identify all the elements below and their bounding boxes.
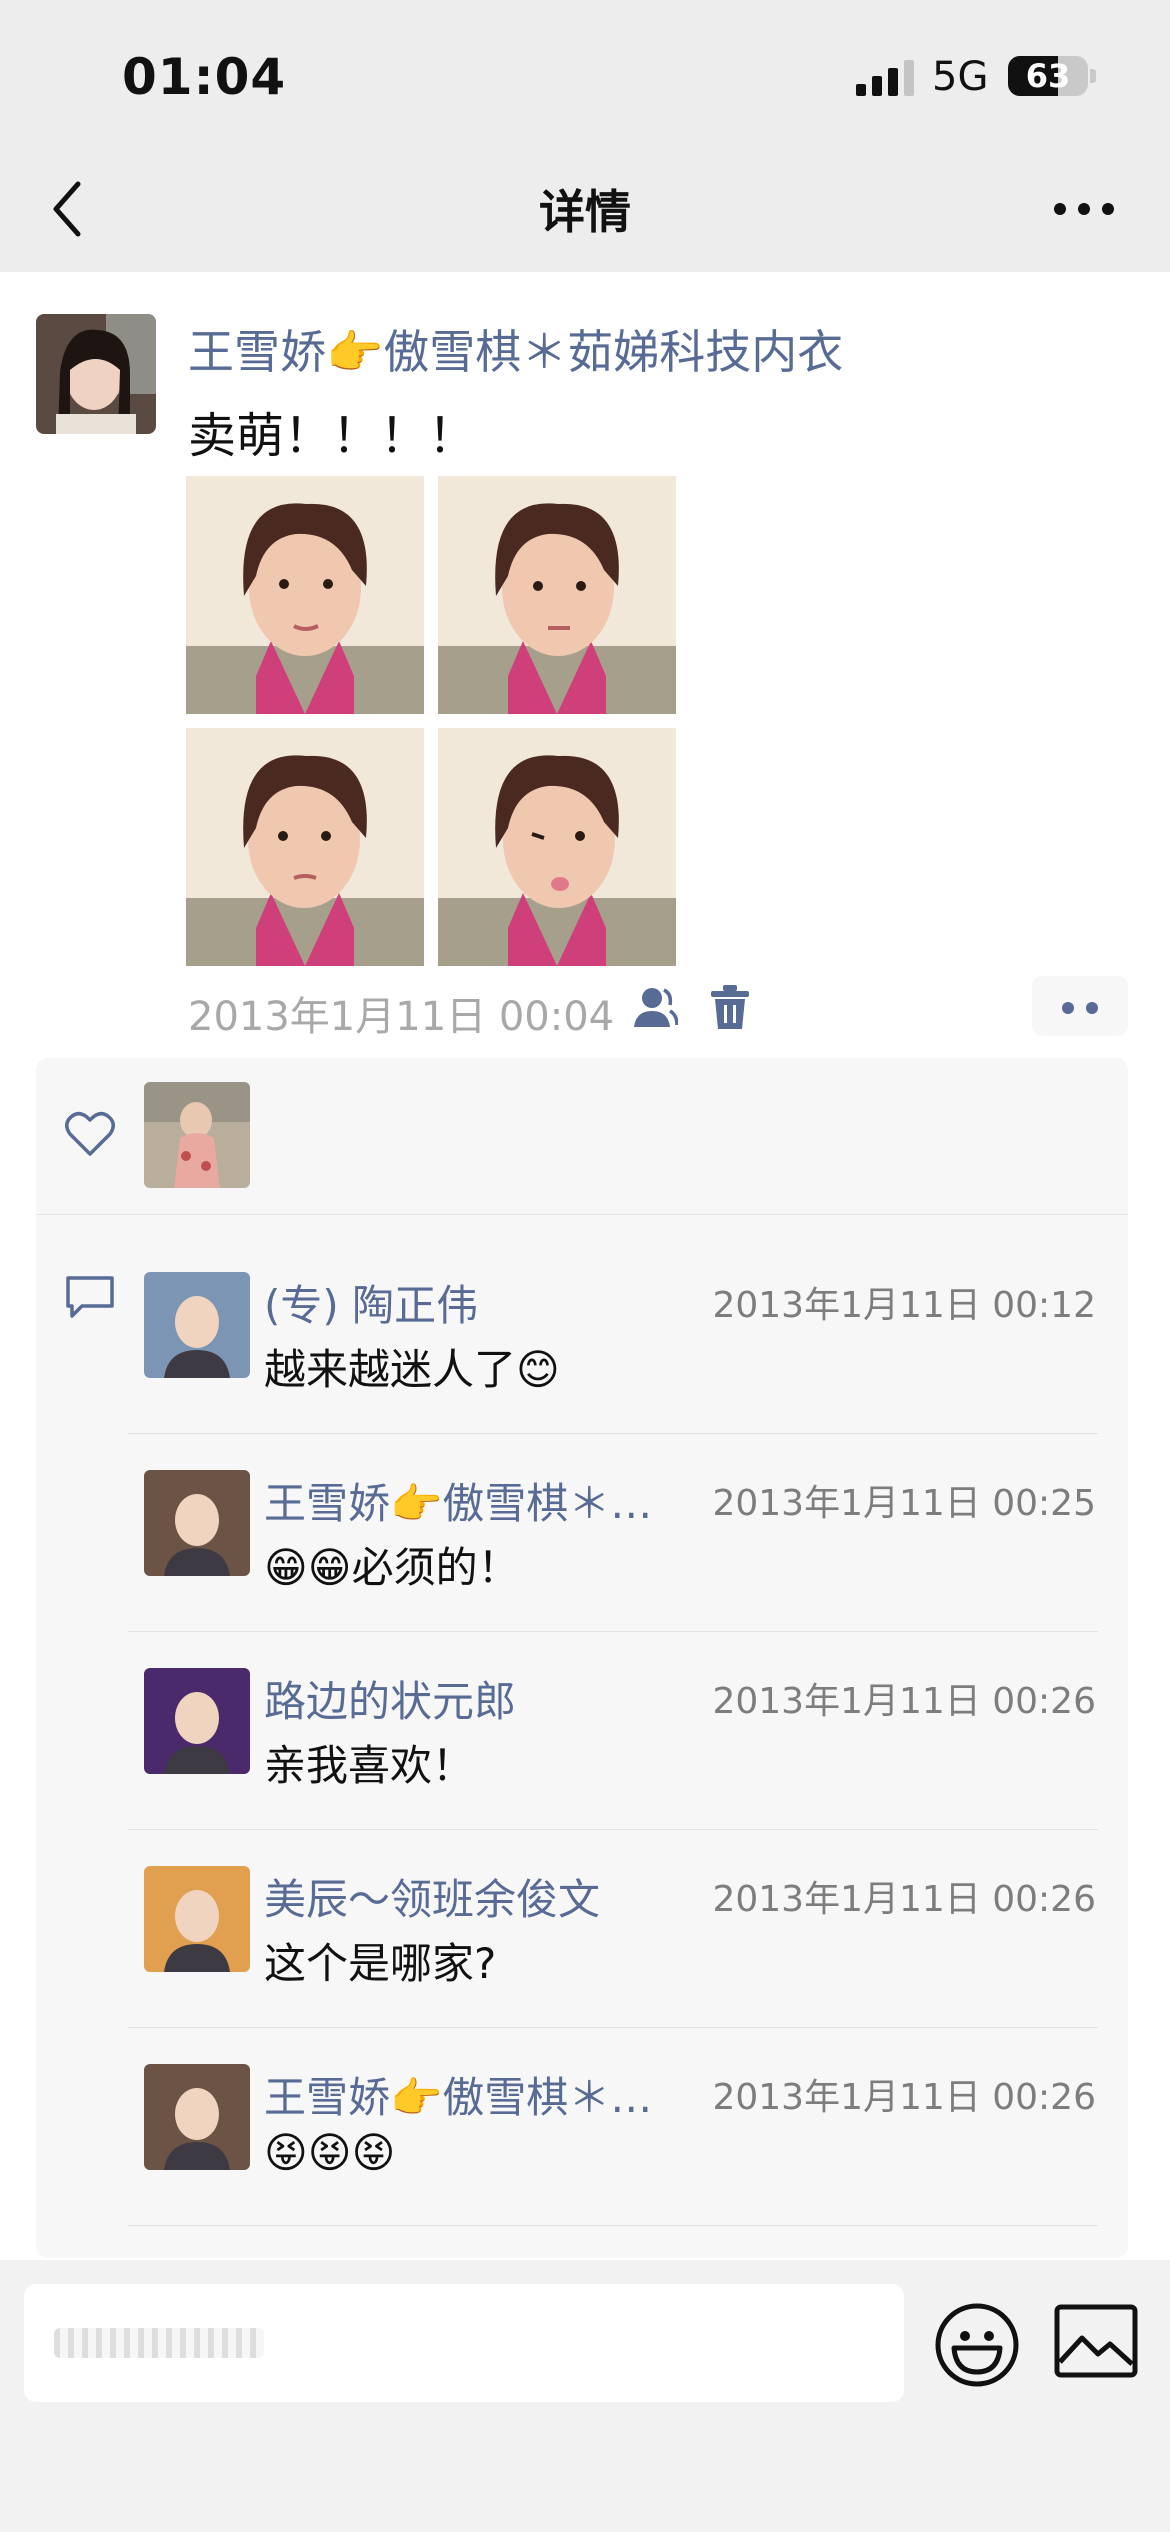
comment-item[interactable]: 王雪娇👉傲雪棋＊… 2013年1月11日 00:26 😝😝😝 xyxy=(36,2028,1128,2226)
signal-icon xyxy=(856,60,914,96)
comment-text: 这个是哪家? xyxy=(264,1939,497,1988)
post-text: 卖萌！！！！ xyxy=(188,408,477,464)
like-comment-menu-button[interactable] xyxy=(1032,976,1128,1036)
status-bar: 01:04 5G 63 xyxy=(0,0,1170,150)
comment-text: 😝😝😝 xyxy=(264,2128,396,2177)
post-photo[interactable] xyxy=(438,728,676,966)
trash-icon[interactable] xyxy=(710,984,750,1030)
more-dots-icon[interactable] xyxy=(1052,184,1116,234)
selfie-photo-icon xyxy=(438,476,676,714)
like-avatar[interactable] xyxy=(144,1082,250,1188)
commenter-name[interactable]: 王雪娇👉傲雪棋＊… xyxy=(264,2064,652,2125)
commenter-avatar[interactable] xyxy=(144,1470,250,1576)
author-avatar[interactable] xyxy=(36,314,156,434)
visibility-people-icon[interactable] xyxy=(632,985,678,1029)
page-title: 详情 xyxy=(539,185,631,239)
commenter-avatar[interactable] xyxy=(144,1866,250,1972)
emoji-smile-icon[interactable] xyxy=(934,2302,1020,2388)
post-photo[interactable] xyxy=(186,476,424,714)
interaction-panel: (专) 陶正伟 2013年1月11日 00:12 越来越迷人了😊 王雪娇👉傲雪棋＊… 2… xyxy=(36,1058,1128,2258)
comment-text: 越来越迷人了😊 xyxy=(264,1345,560,1394)
nav-bar: 详情 xyxy=(0,150,1170,272)
battery-percent: 63 xyxy=(1025,57,1071,95)
status-time: 01:04 xyxy=(122,48,287,106)
commenter-avatar[interactable] xyxy=(144,2064,250,2170)
comment-input[interactable] xyxy=(24,2284,904,2402)
image-picker-icon[interactable] xyxy=(1054,2304,1138,2378)
input-blurred-text xyxy=(54,2328,264,2358)
menu-dot xyxy=(1086,1002,1098,1014)
commenter-avatar[interactable] xyxy=(144,1668,250,1774)
comment-item[interactable]: (专) 陶正伟 2013年1月11日 00:12 越来越迷人了😊 xyxy=(36,1236,1128,1434)
selfie-photo-icon xyxy=(186,728,424,966)
heart-icon xyxy=(65,1111,115,1156)
network-type: 5G xyxy=(932,54,989,100)
photo-grid xyxy=(186,476,676,966)
comment-item[interactable]: 王雪娇👉傲雪棋＊… 2013年1月11日 00:25 😁😁必须的！ xyxy=(36,1434,1128,1632)
comment-item[interactable]: 王雪娇👉傲雪棋＊…2013年1月11日 00:27 xyxy=(36,2226,1128,2258)
battery-icon: 63 xyxy=(1008,56,1088,96)
commenter-name[interactable]: (专) 陶正伟 xyxy=(264,1272,478,1333)
comment-time: 2013年1月11日 00:26 xyxy=(712,2077,1096,2118)
commenter-avatar[interactable] xyxy=(144,1272,250,1378)
commenter-name[interactable]: 王雪娇👉傲雪棋＊… xyxy=(264,1470,652,1531)
selfie-photo-icon xyxy=(438,728,676,966)
comment-input-bar xyxy=(0,2260,1170,2532)
comment-text: 亲我喜欢！ xyxy=(264,1741,475,1790)
commenter-name[interactable]: 路边的状元郎 xyxy=(264,1668,516,1729)
post-photo[interactable] xyxy=(438,476,676,714)
commenter-name[interactable]: 美辰～领班余俊文 xyxy=(264,1866,600,1927)
post-timestamp: 2013年1月11日 00:04 xyxy=(188,994,615,1040)
comment-time: 2013年1月11日 00:25 xyxy=(712,1483,1096,1524)
comment-item[interactable]: 美辰～领班余俊文 2013年1月11日 00:26 这个是哪家? xyxy=(36,1830,1128,2028)
selfie-photo-icon xyxy=(186,476,424,714)
post-photo[interactable] xyxy=(186,728,424,966)
battery-tip xyxy=(1090,69,1096,83)
comment-item[interactable]: 路边的状元郎 2013年1月11日 00:26 亲我喜欢！ xyxy=(36,1632,1128,1830)
menu-dot xyxy=(1062,1002,1074,1014)
comment-time: 2013年1月11日 00:26 xyxy=(712,1681,1096,1722)
comment-text: 😁😁必须的！ xyxy=(264,1543,520,1592)
likes-row xyxy=(36,1058,1128,1215)
comment-time: 2013年1月11日 00:12 xyxy=(712,1285,1096,1326)
comment-time: 2013年1月11日 00:26 xyxy=(712,1879,1096,1920)
post-author-name[interactable]: 王雪娇👉傲雪棋＊茹娣科技内衣 xyxy=(188,316,843,382)
